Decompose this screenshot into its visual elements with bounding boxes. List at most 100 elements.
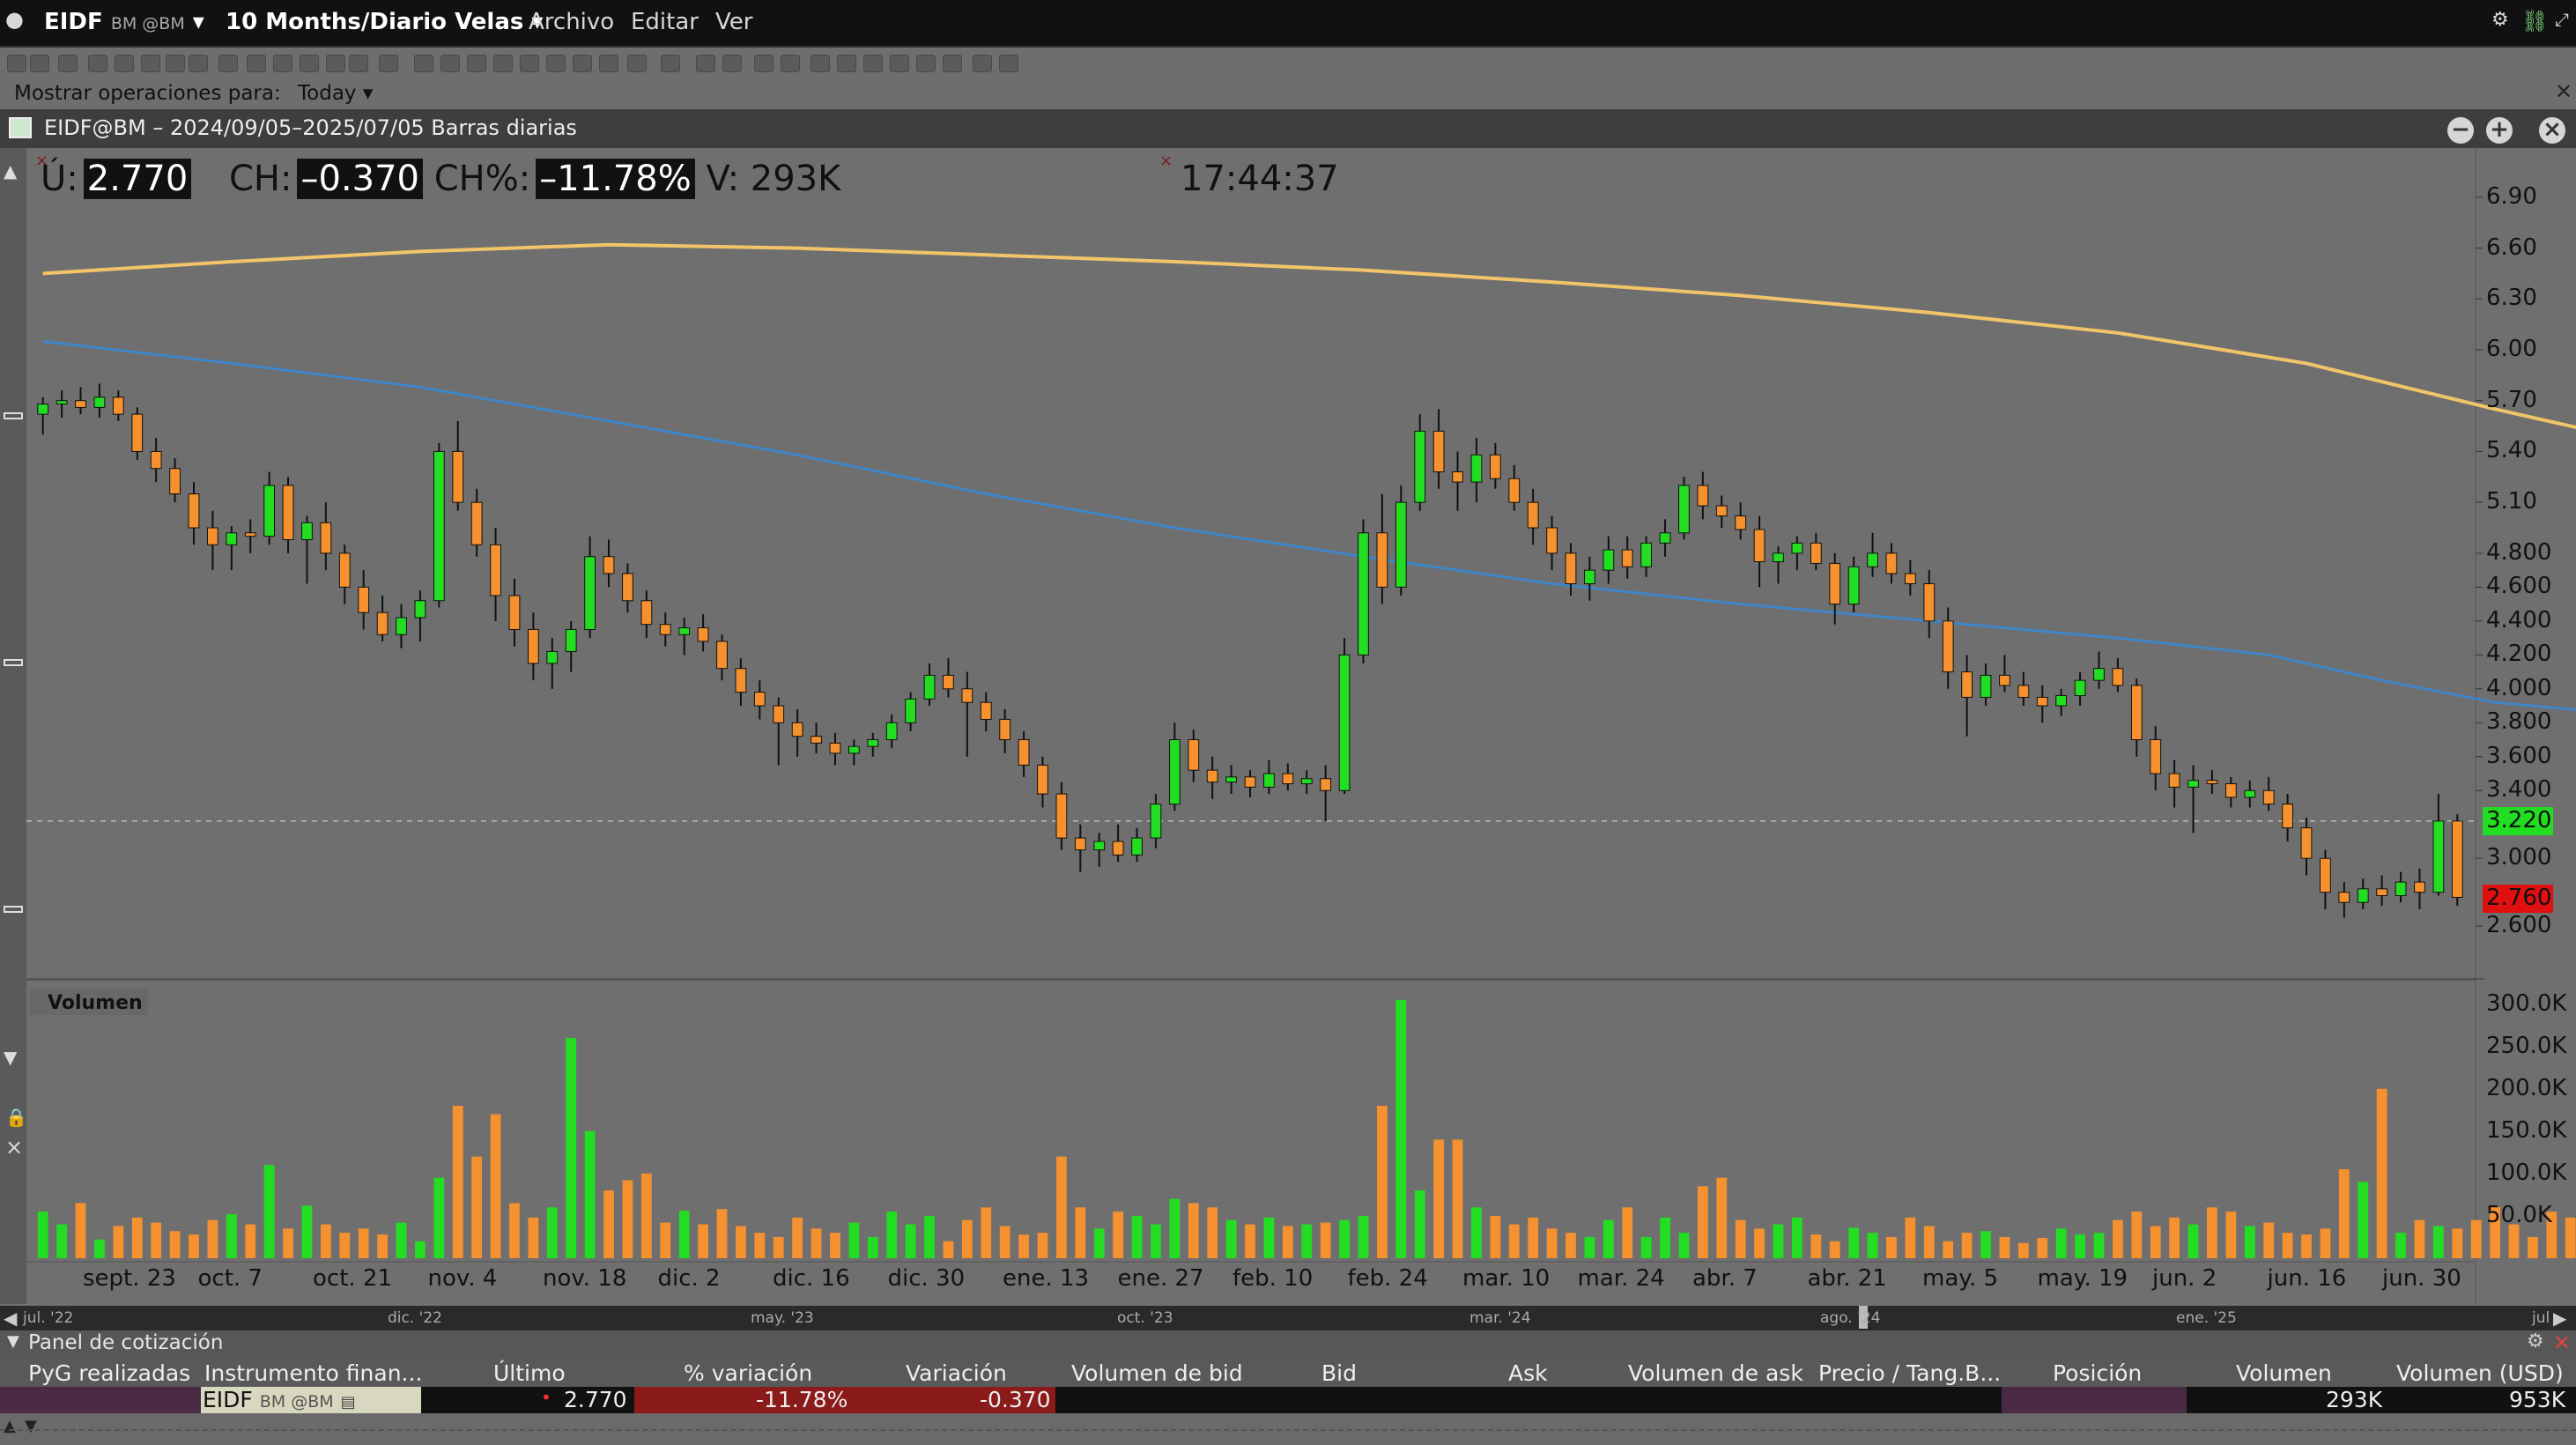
candle-body bbox=[2074, 679, 2086, 696]
navigator-label: mar. '24 bbox=[1469, 1309, 1531, 1327]
time-axis-label: nov. 4 bbox=[427, 1265, 498, 1292]
panel-close-icon[interactable]: ✕ bbox=[2553, 1330, 2571, 1355]
candle-body bbox=[885, 722, 898, 741]
moving-average-fast-line bbox=[42, 339, 2576, 711]
candle-body bbox=[678, 627, 691, 635]
candle-body bbox=[1244, 776, 1256, 788]
candle-body bbox=[2320, 857, 2331, 893]
candle-body bbox=[320, 522, 332, 554]
candle-body bbox=[1584, 569, 1595, 585]
volume-bar bbox=[2358, 1182, 2369, 1258]
quote-column-header[interactable]: Volumen bbox=[2236, 1360, 2332, 1386]
volume-bar bbox=[452, 1105, 463, 1258]
candle-body bbox=[584, 556, 596, 630]
volume-bar bbox=[1169, 1198, 1181, 1258]
candle-body bbox=[905, 698, 916, 723]
quote-column-header[interactable]: Variación bbox=[906, 1360, 1007, 1386]
candle-body bbox=[1489, 454, 1501, 479]
candle-body bbox=[1980, 674, 1992, 698]
candle-body bbox=[961, 688, 973, 703]
time-axis-label: may. 19 bbox=[2037, 1265, 2128, 1292]
candle-body bbox=[1961, 671, 1973, 698]
candle-body bbox=[1055, 793, 1068, 839]
candle-body bbox=[753, 692, 766, 707]
volume-bar bbox=[131, 1217, 143, 1258]
volume-bar bbox=[1508, 1224, 1520, 1258]
candle-body bbox=[2395, 881, 2407, 897]
quote-row[interactable]: EIDF BM @BM ▤ • 2.770 -11.78% -0.370 293… bbox=[0, 1387, 2576, 1413]
bottom-expand-icon[interactable]: ▲ bbox=[4, 1417, 16, 1435]
volume-bar bbox=[2187, 1224, 2199, 1258]
candle-body bbox=[1659, 532, 1671, 544]
candle-body bbox=[1923, 583, 1936, 622]
candle-body bbox=[1527, 501, 1539, 529]
volume-bar bbox=[1018, 1234, 1029, 1258]
volume-bar bbox=[1282, 1226, 1293, 1258]
candle-body bbox=[2093, 668, 2105, 681]
candle-body bbox=[716, 641, 728, 670]
price-tick-label: 4.600 bbox=[2486, 573, 2552, 600]
price-tick-label: 6.00 bbox=[2486, 336, 2537, 362]
volume-bar bbox=[1584, 1236, 1595, 1258]
volume-bar bbox=[1622, 1207, 1633, 1258]
collapse-panel-icon[interactable]: ▼ bbox=[7, 1332, 19, 1351]
candle-body bbox=[735, 668, 747, 693]
volume-bar bbox=[981, 1207, 992, 1258]
volume-label: V: bbox=[706, 159, 740, 199]
candle-body bbox=[565, 628, 577, 652]
candle-body bbox=[226, 532, 238, 545]
volume-bar bbox=[1490, 1215, 1501, 1258]
volume-value: 293K bbox=[750, 159, 841, 199]
candle-body bbox=[1810, 542, 1822, 564]
quote-column-header[interactable]: Precio / Tang.B... bbox=[1818, 1360, 2001, 1386]
time-axis-label: dic. 16 bbox=[773, 1265, 850, 1292]
quote-column-header[interactable]: Último bbox=[493, 1360, 566, 1386]
volume-panel-title: Volumen bbox=[30, 989, 148, 1015]
quote-column-header[interactable]: Ask bbox=[1508, 1360, 1548, 1386]
volume-bar bbox=[169, 1231, 181, 1258]
quote-column-header[interactable]: PyG realizadas bbox=[28, 1360, 190, 1386]
volume-bar bbox=[37, 1212, 48, 1258]
candle-body bbox=[999, 718, 1011, 741]
time-axis-label: feb. 24 bbox=[1347, 1265, 1428, 1292]
time-axis-label: oct. 21 bbox=[313, 1265, 393, 1292]
candle-body bbox=[2206, 780, 2218, 785]
candle-body bbox=[2376, 888, 2388, 897]
candle-body bbox=[1603, 549, 1615, 571]
nav-left-icon[interactable]: ◀ bbox=[4, 1308, 17, 1329]
price-tick-label: 4.400 bbox=[2486, 606, 2552, 634]
volume-bar bbox=[867, 1236, 878, 1258]
time-axis-label: ene. 27 bbox=[1117, 1265, 1204, 1292]
candle-body bbox=[1621, 549, 1633, 567]
navigator-label: jul. '22 bbox=[23, 1309, 74, 1327]
pane-divider[interactable] bbox=[26, 978, 2484, 980]
candle-body bbox=[508, 595, 521, 630]
volume-bar bbox=[490, 1114, 501, 1258]
candle-body bbox=[207, 527, 218, 545]
volume-bar bbox=[207, 1219, 218, 1258]
time-remove-icon[interactable]: × bbox=[1159, 152, 1173, 170]
candle-body bbox=[1999, 674, 2010, 686]
instrument-cell[interactable]: EIDF BM @BM ▤ bbox=[201, 1387, 421, 1413]
volume-bar bbox=[773, 1236, 784, 1258]
quote-column-header[interactable]: Volumen de bid bbox=[1071, 1360, 1243, 1386]
volume-bar bbox=[1660, 1217, 1670, 1258]
panel-settings-icon[interactable]: ⚙ bbox=[2527, 1330, 2544, 1352]
quote-column-header[interactable]: Instrumento finan... bbox=[204, 1360, 422, 1386]
quote-remove-icon[interactable]: × bbox=[35, 152, 48, 170]
quote-column-header[interactable]: Posición bbox=[2053, 1360, 2142, 1386]
nav-right-icon[interactable]: ▶ bbox=[2553, 1308, 2566, 1329]
quote-column-header[interactable]: Volumen (USD) bbox=[2396, 1360, 2564, 1386]
instrument-menu-icon[interactable]: ▤ bbox=[341, 1393, 356, 1412]
quote-column-header[interactable]: Volumen de ask bbox=[1628, 1360, 1803, 1386]
volume-bar bbox=[56, 1224, 68, 1258]
navigator-label: may. '23 bbox=[751, 1309, 814, 1327]
volume-bar bbox=[189, 1234, 199, 1258]
candle-body bbox=[1168, 739, 1181, 805]
quote-column-header[interactable]: % variación bbox=[684, 1360, 812, 1386]
volume-bar bbox=[396, 1222, 407, 1258]
quote-column-header[interactable]: Bid bbox=[1321, 1360, 1357, 1386]
bottom-collapse-icon[interactable]: ▼ bbox=[25, 1417, 37, 1435]
pct-change-cell: -11.78% bbox=[756, 1387, 848, 1412]
volume-bar bbox=[1320, 1222, 1331, 1258]
